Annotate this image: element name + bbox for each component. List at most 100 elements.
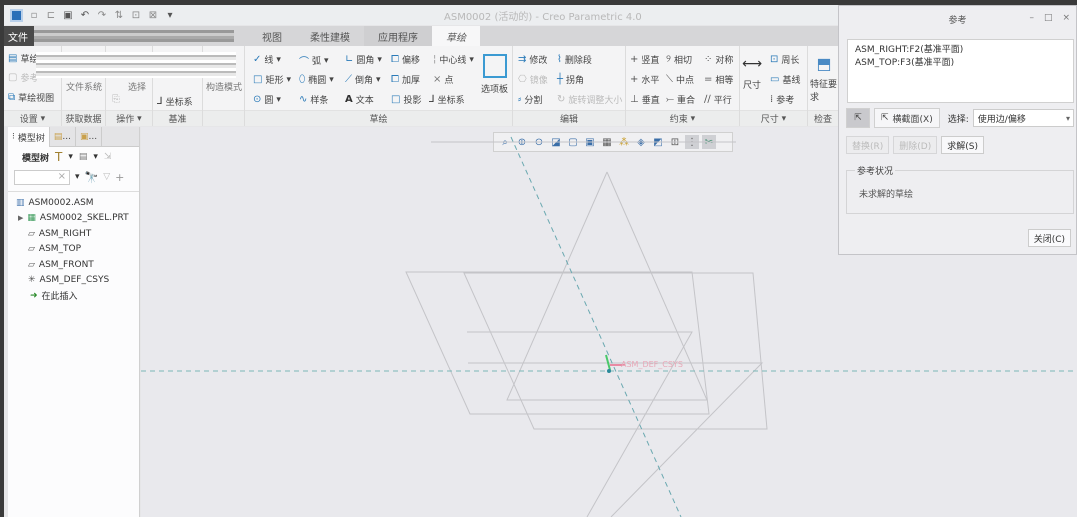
regenerate-icon[interactable]: ⇅: [113, 9, 125, 21]
new-icon[interactable]: ▫: [28, 9, 40, 21]
palette-button[interactable]: 选项板: [481, 54, 508, 95]
select-label: 选择:: [947, 114, 969, 125]
app-icon[interactable]: [10, 8, 23, 22]
perpendicular-constraint-button[interactable]: ⊥ 垂直: [630, 93, 660, 106]
text-button[interactable]: A 文本: [345, 93, 374, 106]
dimension-button[interactable]: ⟷ 尺寸: [742, 56, 762, 91]
group-setup-label[interactable]: 设置 ▾: [4, 110, 61, 126]
select-dropdown[interactable]: 使用边/偏移 ▾: [972, 109, 1074, 127]
select-button[interactable]: 选择: [128, 80, 146, 93]
tab-view[interactable]: 视图: [248, 26, 296, 46]
tab-folder-browser[interactable]: ▤...: [50, 127, 76, 147]
tab-applications[interactable]: 应用程序: [364, 26, 432, 46]
select-reference-button[interactable]: ⇱: [846, 108, 870, 128]
settings-dropdown-icon[interactable]: ▾: [68, 152, 73, 162]
reference-dim-button[interactable]: ⁞ 参考: [770, 93, 794, 106]
horizontal-constraint-button[interactable]: + 水平: [630, 73, 659, 86]
tab-file[interactable]: 文件: [4, 26, 34, 46]
equal-constraint-button[interactable]: = 相等: [704, 73, 733, 86]
sketch-view-button[interactable]: ⧉ 草绘视图: [8, 91, 54, 104]
favorites-icon: ▣: [80, 132, 89, 142]
rectangle-button[interactable]: □ 矩形 ▾: [253, 73, 291, 86]
tab-model-tree[interactable]: ⁝ 模型树: [8, 127, 50, 147]
maximize-icon[interactable]: □: [1044, 13, 1053, 23]
customize-icon[interactable]: ▾: [164, 9, 176, 21]
baseline-button[interactable]: ▭ 基线: [770, 73, 800, 86]
coincident-constraint-button[interactable]: ⤚ 重合: [666, 93, 695, 106]
paste-button[interactable]: ⎘: [112, 94, 120, 105]
construction-mode-button[interactable]: 构造模式: [206, 80, 242, 93]
group-dimension-label[interactable]: 尺寸 ▾: [740, 110, 807, 126]
close-button[interactable]: 关闭(C): [1027, 229, 1071, 247]
solve-button[interactable]: 求解(S): [941, 136, 984, 154]
references-button[interactable]: ▢ 参考: [8, 71, 38, 84]
sketch-csys-button[interactable]: ⅃ 坐标系: [429, 93, 465, 106]
minimize-icon[interactable]: –: [1029, 13, 1034, 23]
tree-item-asm-front[interactable]: ▱ ASM_FRONT: [8, 257, 139, 273]
tree-item-skel[interactable]: ▶ ▦ ASM0002_SKEL.PRT: [8, 211, 139, 227]
ellipse-button[interactable]: ⬯ 椭圆 ▾: [299, 73, 334, 86]
close-icon[interactable]: ×: [1062, 13, 1070, 23]
clear-search-icon[interactable]: ×: [58, 171, 66, 182]
spline-button[interactable]: ∿ 样条: [299, 93, 328, 106]
tree-item-insert-here[interactable]: ➜ 在此插入: [8, 288, 139, 304]
point-button[interactable]: × 点: [433, 73, 453, 86]
undo-icon[interactable]: ↶: [79, 9, 91, 21]
show-dropdown-icon[interactable]: ▾: [93, 152, 98, 162]
group-constrain-label[interactable]: 约束 ▾: [626, 110, 739, 126]
offset-button[interactable]: ⧠ 偏移: [391, 53, 420, 66]
delete-segment-button[interactable]: ⌇ 删除段: [557, 53, 592, 66]
tab-flexible-modeling[interactable]: 柔性建模: [296, 26, 364, 46]
tree-item-asm-def-csys[interactable]: ✳ ASM_DEF_CSYS: [8, 273, 139, 289]
rotate-resize-button[interactable]: ↻ 旋转调整大小: [557, 93, 622, 106]
tab-sketch[interactable]: 草绘: [432, 26, 480, 46]
line-button[interactable]: ✓ 线 ▾: [253, 53, 281, 66]
feature-requirements-button[interactable]: ⬒ 特征要求: [810, 54, 838, 103]
symmetric-constraint-button[interactable]: ⁘ 对称: [704, 53, 733, 66]
replace-button[interactable]: 替换(R): [846, 136, 890, 154]
find-icon[interactable]: 🔭: [85, 171, 99, 184]
settings-icon[interactable]: T: [55, 150, 62, 164]
parallel-constraint-button[interactable]: ∕∕ 平行: [704, 93, 732, 106]
sketch-setup-button[interactable]: ▤ 草绘: [8, 52, 38, 65]
arc-button[interactable]: ⌒ 弧 ▾: [299, 53, 329, 69]
references-list[interactable]: ASM_RIGHT:F2(基准平面) ASM_TOP:F3(基准平面): [847, 39, 1074, 103]
tree-item-asm-right[interactable]: ▱ ASM_RIGHT: [8, 226, 139, 242]
tree-filter-icon[interactable]: ⇲: [104, 152, 112, 162]
mirror-button[interactable]: ⎔ 镜像: [518, 73, 548, 86]
delete-button[interactable]: 删除(D): [893, 136, 938, 154]
modify-button[interactable]: ⇉ 修改: [518, 53, 547, 66]
reference-item[interactable]: ASM_TOP:F3(基准平面): [855, 57, 1066, 70]
divide-button[interactable]: ⸗ 分割: [518, 93, 542, 106]
fillet-button[interactable]: ∟ 圆角 ▾: [345, 53, 382, 66]
open-icon[interactable]: ⊏: [45, 9, 57, 21]
redo-icon[interactable]: ↷: [96, 9, 108, 21]
datum-csys-button[interactable]: ⅃ 坐标系: [157, 95, 193, 108]
group-operations-label[interactable]: 操作 ▾: [106, 110, 152, 126]
search-input[interactable]: ×: [14, 169, 70, 185]
tab-favorites[interactable]: ▣...: [76, 127, 103, 147]
search-dropdown-icon[interactable]: ▾: [75, 172, 80, 182]
project-button[interactable]: □ 投影: [391, 93, 421, 106]
close-window-icon[interactable]: ⊠: [147, 9, 159, 21]
midpoint-constraint-button[interactable]: ⟍ 中点: [666, 73, 694, 86]
vertical-constraint-button[interactable]: + 竖直: [630, 53, 659, 66]
file-system-button[interactable]: 文件系统: [66, 80, 102, 93]
window-icon[interactable]: ⊡: [130, 9, 142, 21]
show-icon[interactable]: ▤: [79, 152, 88, 162]
thicken-button[interactable]: ⧠ 加厚: [391, 73, 420, 86]
circle-button[interactable]: ⊙ 圆 ▾: [253, 93, 281, 106]
tangent-constraint-button[interactable]: ୨ 相切: [666, 53, 692, 66]
centerline-button[interactable]: ¦ 中心线 ▾: [433, 53, 474, 66]
tree-item-asm-top[interactable]: ▱ ASM_TOP: [8, 242, 139, 258]
tree-item-asm[interactable]: ▥ ASM0002.ASM: [8, 195, 139, 211]
save-icon[interactable]: ▣: [62, 9, 74, 21]
cross-section-button[interactable]: ⇱ 横截面(X): [874, 108, 940, 128]
add-icon[interactable]: +: [115, 171, 124, 184]
corner-button[interactable]: ┼ 拐角: [557, 73, 584, 86]
chamfer-button[interactable]: ⟋ 倒角 ▾: [345, 73, 381, 86]
expand-icon[interactable]: ▶: [18, 214, 23, 222]
perimeter-button[interactable]: ⊡ 周长: [770, 53, 799, 66]
reference-item[interactable]: ASM_RIGHT:F2(基准平面): [855, 44, 1066, 57]
filter-icon[interactable]: ▽: [103, 172, 110, 182]
